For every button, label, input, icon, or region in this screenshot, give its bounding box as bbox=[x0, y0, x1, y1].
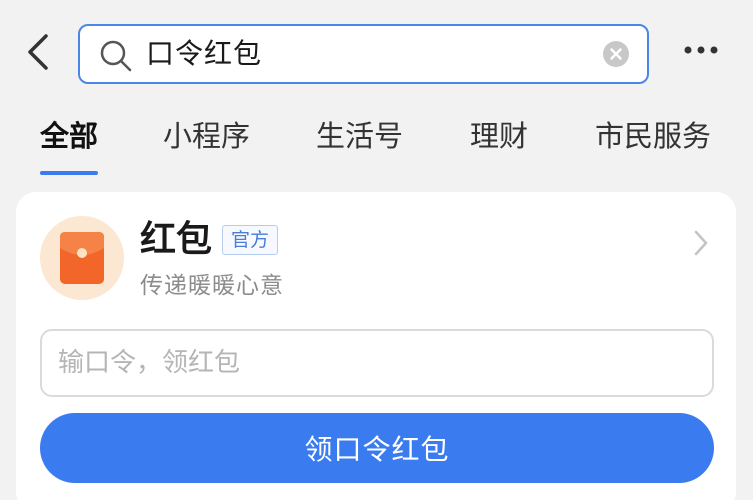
more-icon[interactable] bbox=[684, 42, 718, 58]
tab-citizen-services[interactable]: 市民服务 bbox=[595, 114, 711, 158]
top-bar: 口令红包 bbox=[0, 0, 753, 100]
red-envelope-icon bbox=[60, 232, 104, 284]
tab-all[interactable]: 全部 bbox=[40, 114, 98, 158]
tab-finance[interactable]: 理财 bbox=[470, 114, 528, 158]
app-avatar[interactable] bbox=[40, 216, 124, 300]
result-card: 红包 官方 传递暖暖心意 领口令红包 bbox=[16, 192, 736, 500]
back-arrow-icon[interactable] bbox=[22, 32, 54, 72]
tab-mini-programs[interactable]: 小程序 bbox=[163, 114, 250, 158]
search-icon bbox=[100, 40, 132, 72]
password-code-input[interactable] bbox=[40, 329, 714, 397]
claim-red-envelope-button[interactable]: 领口令红包 bbox=[40, 413, 714, 483]
search-input[interactable]: 口令红包 bbox=[146, 26, 262, 82]
chevron-right-icon[interactable] bbox=[691, 228, 711, 258]
tab-bar: 全部 小程序 生活号 理财 市民服务 bbox=[0, 100, 753, 180]
clear-icon[interactable] bbox=[603, 41, 629, 67]
search-box[interactable]: 口令红包 bbox=[78, 24, 649, 84]
active-tab-indicator bbox=[40, 171, 98, 175]
app-subtitle: 传递暖暖心意 bbox=[140, 273, 284, 299]
app-title[interactable]: 红包 bbox=[140, 218, 212, 262]
official-badge: 官方 bbox=[222, 225, 279, 255]
tab-life-accounts[interactable]: 生活号 bbox=[316, 114, 403, 158]
